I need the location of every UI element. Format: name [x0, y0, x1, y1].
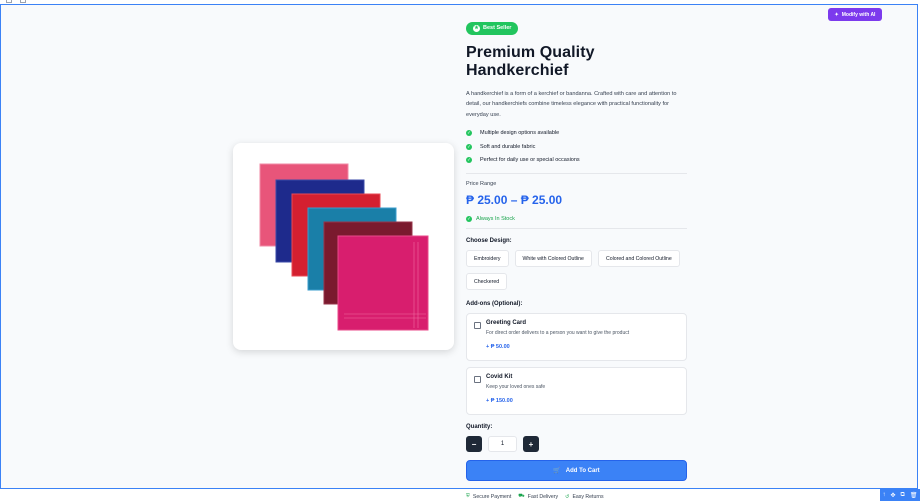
design-options: Embroidery White with Colored Outline Co… [466, 250, 687, 291]
cart-icon: 🛒 [553, 468, 561, 475]
truck-icon: ⛟ [518, 493, 525, 500]
design-label: Choose Design: [466, 238, 512, 245]
decrease-quantity-button[interactable]: − [466, 436, 482, 453]
feature-item: ✓ Perfect for daily use or special occasi… [466, 157, 580, 164]
trash-icon[interactable]: 🗑 [910, 492, 918, 499]
stock-status: ✓ Always In Stock [466, 216, 515, 223]
quantity-input[interactable]: 1 [488, 436, 517, 453]
divider [466, 228, 687, 230]
secure-payment: ⛨ Secure Payment [466, 493, 512, 500]
add-to-cart-button[interactable]: 🛒 Add To Cart [466, 460, 687, 482]
addon-name: Covid Kit [486, 374, 513, 381]
addon-price: + ₱ 50.00 [486, 344, 510, 351]
product-description: A handkerchief is a form of a kerchief o… [466, 90, 677, 118]
arrow-up-icon[interactable]: ↑ [883, 492, 886, 498]
check-circle-icon: ✓ [466, 157, 472, 164]
feature-item: ✓ Multiple design options available [466, 129, 560, 136]
product-info: ★ Best Seller Premium Quality Handkerchi… [466, 16, 687, 500]
divider [466, 173, 687, 175]
check-circle-icon: ✓ [466, 216, 472, 223]
addon-price: + ₱ 150.00 [486, 398, 513, 405]
window-control-icon[interactable] [6, 0, 12, 3]
feature-item: ✓ Soft and durable fabric [466, 143, 536, 150]
feature-list: ✓ Multiple design options available ✓ Soft… [466, 126, 687, 167]
quantity-label: Quantity: [466, 424, 493, 431]
window-control-icon[interactable] [20, 0, 26, 3]
covid-kit-checkbox[interactable] [474, 376, 481, 384]
move-icon[interactable]: ✥ [891, 492, 896, 499]
addon-covid-kit[interactable]: Covid Kit Keep your loved ones safe + ₱ … [466, 367, 687, 416]
return-arrow-icon: ↺ [565, 493, 570, 500]
design-option-embroidery[interactable]: Embroidery [466, 250, 509, 268]
design-option-white-outline[interactable]: White with Colored Outline [514, 250, 592, 268]
check-circle-icon: ✓ [466, 143, 472, 150]
addon-name: Greeting Card [486, 320, 527, 327]
sparkle-icon: ✦ [834, 11, 839, 18]
addons-label: Add-ons (Optional): [466, 301, 523, 308]
bottom-toolbar: ↑ ✥ ⧉ 🗑 [880, 489, 920, 501]
greeting-card-checkbox[interactable] [474, 322, 481, 330]
trust-badges: ⛨ Secure Payment ⛟ Fast Delivery ↺ Easy Ret… [466, 493, 687, 500]
increase-quantity-button[interactable]: + [523, 436, 539, 453]
shield-icon: ⛨ [466, 493, 470, 500]
addon-greeting-card[interactable]: Greeting Card For direct order delivers … [466, 313, 687, 362]
best-seller-badge: ★ Best Seller [466, 21, 519, 35]
product-title: Premium Quality Handkerchief [466, 43, 595, 79]
modify-with-ai-button[interactable]: ✦ Modify with AI [828, 8, 882, 21]
design-option-checkered[interactable]: Checkered [466, 273, 508, 291]
easy-returns: ↺ Easy Returns [565, 493, 604, 500]
fast-delivery: ⛟ Fast Delivery [518, 493, 559, 500]
addon-description: Keep your loved ones safe [486, 384, 546, 391]
copy-icon[interactable]: ⧉ [901, 492, 905, 499]
addon-description: For direct order delivers to a person yo… [486, 330, 630, 337]
preview-frame [0, 4, 918, 489]
star-icon: ★ [473, 24, 480, 32]
price-label: Price Range [466, 181, 497, 188]
design-option-colored-outline[interactable]: Colored and Colored Outline [597, 250, 680, 268]
check-circle-icon: ✓ [466, 129, 472, 136]
handkerchief-stack-image [259, 163, 428, 330]
product-image-card [233, 143, 454, 350]
quantity-stepper: − 1 + [466, 436, 687, 453]
price-value: ₱ 25.00 – ₱ 25.00 [466, 193, 563, 208]
